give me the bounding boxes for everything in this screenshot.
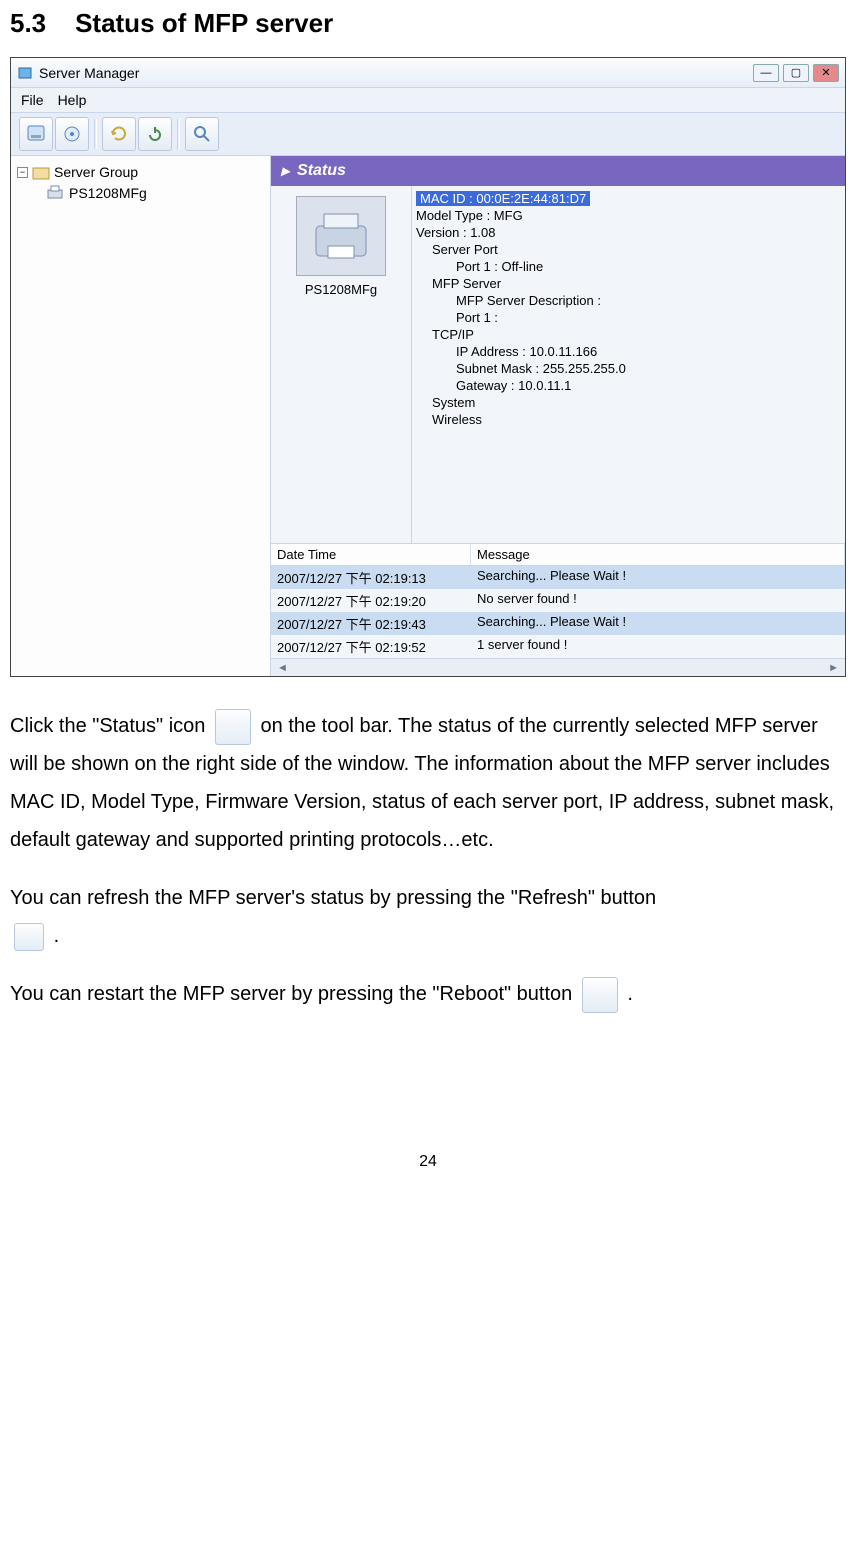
- search-button[interactable]: [185, 117, 219, 151]
- maximize-button[interactable]: ▢: [783, 64, 809, 82]
- close-button[interactable]: ✕: [813, 64, 839, 82]
- log-header: Date Time Message: [271, 543, 845, 566]
- info-system: System: [416, 394, 841, 411]
- refresh-button[interactable]: [102, 117, 136, 151]
- toolbar: [11, 113, 845, 156]
- log-row[interactable]: 2007/12/27 下午 02:19:43Searching... Pleas…: [271, 612, 845, 635]
- log-col-datetime[interactable]: Date Time: [271, 544, 471, 565]
- info-model: Model Type : MFG: [416, 207, 841, 224]
- printer-name-label: PS1208MFg: [305, 282, 377, 297]
- log-table: 2007/12/27 下午 02:19:13Searching... Pleas…: [271, 566, 845, 658]
- info-port1-offline: Port 1 : Off-line: [416, 258, 841, 275]
- menubar: File Help: [11, 88, 845, 113]
- section-title-text: Status of MFP server: [75, 8, 333, 38]
- horizontal-scrollbar[interactable]: ◄►: [271, 658, 845, 676]
- server-tree-pane: − Server Group PS1208MFg: [11, 156, 271, 676]
- refresh-icon: [14, 923, 44, 951]
- toolbar-separator: [177, 119, 180, 149]
- log-col-message[interactable]: Message: [471, 544, 845, 565]
- right-pane: ▸ Status PS1208MFg MAC ID : 00:0E:2E:44:…: [271, 156, 845, 676]
- tree-item[interactable]: PS1208MFg: [45, 182, 264, 204]
- log-row[interactable]: 2007/12/27 下午 02:19:13Searching... Pleas…: [271, 566, 845, 589]
- info-ip: IP Address : 10.0.11.166: [416, 343, 841, 360]
- status-button[interactable]: [19, 117, 53, 151]
- status-icon: [215, 709, 251, 745]
- folder-icon: [32, 164, 50, 180]
- info-mfp-desc: MFP Server Description :: [416, 292, 841, 309]
- info-gateway: Gateway : 10.0.11.1: [416, 377, 841, 394]
- page-number: 24: [10, 1153, 846, 1171]
- section-heading: 5.3 Status of MFP server: [10, 8, 846, 39]
- printer-icon: [45, 184, 65, 202]
- info-serverport: Server Port: [416, 241, 841, 258]
- tree-item-label: PS1208MFg: [69, 185, 147, 201]
- collapse-icon[interactable]: −: [17, 167, 28, 178]
- log-row[interactable]: 2007/12/27 下午 02:19:521 server found !: [271, 635, 845, 658]
- window-title: Server Manager: [39, 65, 139, 81]
- log-row[interactable]: 2007/12/27 下午 02:19:20No server found !: [271, 589, 845, 612]
- paragraph-3: You can restart the MFP server by pressi…: [10, 975, 846, 1013]
- info-wireless: Wireless: [416, 411, 841, 428]
- tree-root-label: Server Group: [54, 164, 138, 180]
- info-tree: MAC ID : 00:0E:2E:44:81:D7 Model Type : …: [411, 186, 845, 543]
- paragraph-1: Click the "Status" icon on the tool bar.…: [10, 707, 846, 859]
- printer-preview: PS1208MFg: [271, 186, 411, 543]
- reboot-button[interactable]: [138, 117, 172, 151]
- server-manager-window: Server Manager — ▢ ✕ File Help − Server …: [10, 57, 846, 677]
- app-icon: [17, 65, 33, 81]
- section-number: 5.3: [10, 8, 46, 38]
- titlebar: Server Manager — ▢ ✕: [11, 58, 845, 88]
- menu-help[interactable]: Help: [58, 92, 87, 108]
- info-subnet: Subnet Mask : 255.255.255.0: [416, 360, 841, 377]
- status-header-label: Status: [297, 162, 346, 180]
- status-header: ▸ Status: [271, 156, 845, 186]
- info-mac: MAC ID : 00:0E:2E:44:81:D7: [416, 190, 841, 207]
- info-mfp: MFP Server: [416, 275, 841, 292]
- config-button[interactable]: [55, 117, 89, 151]
- paragraph-2: You can refresh the MFP server's status …: [10, 879, 846, 955]
- printer-image: [296, 196, 386, 276]
- reboot-icon: [582, 977, 618, 1013]
- info-port1: Port 1 :: [416, 309, 841, 326]
- tree-root[interactable]: − Server Group: [17, 162, 264, 182]
- status-header-icon: ▸: [281, 161, 289, 181]
- info-tcpip: TCP/IP: [416, 326, 841, 343]
- toolbar-separator: [94, 119, 97, 149]
- info-version: Version : 1.08: [416, 224, 841, 241]
- minimize-button[interactable]: —: [753, 64, 779, 82]
- menu-file[interactable]: File: [21, 92, 44, 108]
